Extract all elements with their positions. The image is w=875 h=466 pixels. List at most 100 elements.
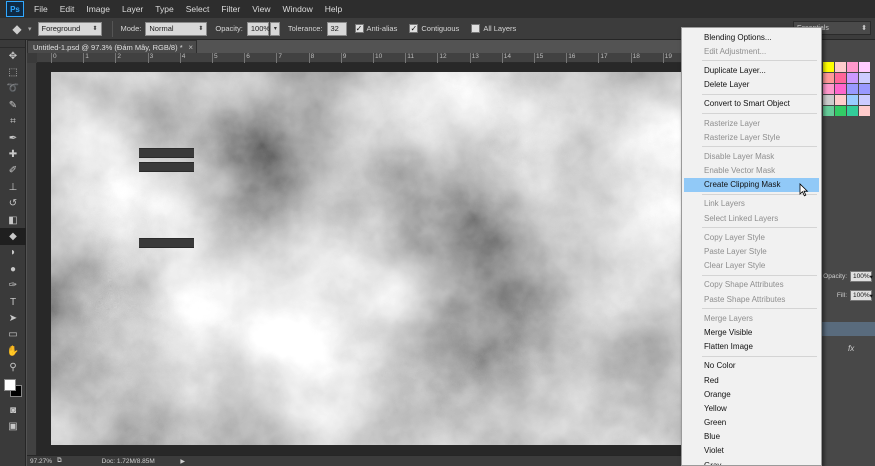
menu-item-select-linked-layers[interactable]: Select Linked Layers <box>682 211 821 225</box>
status-info-icon[interactable]: ⧉ <box>57 457 62 465</box>
document-canvas[interactable] <box>51 72 681 445</box>
color-swatch[interactable] <box>835 73 846 83</box>
quick-select-tool-icon[interactable]: ✎ <box>0 97 26 113</box>
menu-item-no-color[interactable]: No Color <box>682 359 821 373</box>
color-swatch[interactable] <box>835 84 846 94</box>
vertical-ruler[interactable] <box>27 63 37 455</box>
menu-item-copy-layer-style[interactable]: Copy Layer Style <box>682 230 821 244</box>
menu-item-convert-to-smart-object[interactable]: Convert to Smart Object <box>682 97 821 111</box>
close-icon[interactable]: × <box>188 43 193 52</box>
color-swatch[interactable] <box>823 84 834 94</box>
color-swatch[interactable] <box>847 73 858 83</box>
color-swatch[interactable] <box>847 106 858 116</box>
color-swatch[interactable] <box>847 62 858 72</box>
layer-effects-icon[interactable]: fx <box>848 344 854 353</box>
menu-item-red[interactable]: Red <box>682 373 821 387</box>
screen-mode-icon[interactable]: ▣ <box>0 418 26 434</box>
menu-filter[interactable]: Filter <box>215 0 246 18</box>
layer-fill-field[interactable]: 100% ▾ <box>850 290 873 301</box>
menu-type[interactable]: Type <box>149 0 179 18</box>
color-swatch[interactable] <box>823 62 834 72</box>
menu-item-paste-layer-style[interactable]: Paste Layer Style <box>682 244 821 258</box>
menu-window[interactable]: Window <box>276 0 318 18</box>
menu-edit[interactable]: Edit <box>54 0 81 18</box>
menu-layer[interactable]: Layer <box>116 0 149 18</box>
menu-item-paste-shape-attributes[interactable]: Paste Shape Attributes <box>682 292 821 306</box>
clone-stamp-tool-icon[interactable]: ⊥ <box>0 179 26 195</box>
menu-item-disable-layer-mask[interactable]: Disable Layer Mask <box>682 149 821 163</box>
color-swatch[interactable] <box>823 73 834 83</box>
marquee-tool-icon[interactable]: ⬚ <box>0 64 26 80</box>
menu-item-delete-layer[interactable]: Delete Layer <box>682 78 821 92</box>
tolerance-field[interactable]: 32 <box>326 21 347 36</box>
menu-item-duplicate-layer[interactable]: Duplicate Layer... <box>682 63 821 77</box>
menu-item-clear-layer-style[interactable]: Clear Layer Style <box>682 259 821 273</box>
menu-item-violet[interactable]: Violet <box>682 444 821 458</box>
menu-view[interactable]: View <box>246 0 276 18</box>
color-swatch[interactable] <box>835 106 846 116</box>
menu-item-yellow[interactable]: Yellow <box>682 401 821 415</box>
type-tool-icon[interactable]: T <box>0 294 26 310</box>
selected-layer-row[interactable] <box>820 322 875 336</box>
mode-select[interactable]: Normal ⬍ <box>145 21 208 36</box>
antialias-checkbox[interactable]: ✓ <box>354 24 364 33</box>
menu-item-rasterize-layer-style[interactable]: Rasterize Layer Style <box>682 130 821 144</box>
menu-item-merge-layers[interactable]: Merge Layers <box>682 311 821 325</box>
color-swatch[interactable] <box>859 106 870 116</box>
color-swatch[interactable] <box>823 95 834 105</box>
panel-grip[interactable] <box>0 40 25 48</box>
all-layers-checkbox[interactable] <box>471 24 481 33</box>
menu-file[interactable]: File <box>28 0 54 18</box>
brush-tool-icon[interactable]: ✐ <box>0 163 26 179</box>
fill-source-select[interactable]: Foreground ⬍ <box>37 21 102 36</box>
menu-item-edit-adjustment[interactable]: Edit Adjustment... <box>682 44 821 58</box>
menu-item-copy-shape-attributes[interactable]: Copy Shape Attributes <box>682 278 821 292</box>
horizontal-ruler[interactable]: 0 1 2 3 4 5 6 7 8 9 10 11 12 13 14 15 16 17 18 19 <box>37 53 681 63</box>
paint-bucket-tool-icon[interactable]: ◆ <box>0 228 26 245</box>
color-swatch[interactable] <box>847 84 858 94</box>
menu-item-blending-options[interactable]: Blending Options... <box>682 30 821 44</box>
blur-tool-icon[interactable]: ◗ <box>0 245 26 261</box>
history-brush-tool-icon[interactable]: ↺ <box>0 196 26 212</box>
menu-item-merge-visible[interactable]: Merge Visible <box>682 325 821 339</box>
crop-tool-icon[interactable]: ⌗ <box>0 114 26 130</box>
document-tab[interactable]: Untitled-1.psd @ 97.3% (Đám Mây, RGB/8) … <box>27 40 197 53</box>
ruler-origin[interactable] <box>27 53 37 63</box>
color-swatch[interactable] <box>859 62 870 72</box>
healing-brush-tool-icon[interactable]: ✚ <box>0 146 26 162</box>
color-swatch[interactable] <box>847 95 858 105</box>
tool-preset-chevron-icon[interactable]: ▾ <box>28 25 32 33</box>
menu-item-orange[interactable]: Orange <box>682 387 821 401</box>
menu-item-gray[interactable]: Gray <box>682 458 821 465</box>
color-swatch[interactable] <box>823 106 834 116</box>
lasso-tool-icon[interactable]: ➰ <box>0 81 26 97</box>
menu-item-flatten-image[interactable]: Flatten Image <box>682 340 821 354</box>
color-swatch[interactable] <box>859 73 870 83</box>
menu-item-link-layers[interactable]: Link Layers <box>682 197 821 211</box>
opacity-chevron-icon[interactable]: ▾ <box>269 21 280 36</box>
eyedropper-tool-icon[interactable]: ✒ <box>0 130 26 146</box>
status-menu-arrow-icon[interactable]: ▶ <box>180 458 185 465</box>
move-tool-icon[interactable]: ✥ <box>0 48 26 64</box>
quick-mask-icon[interactable]: ◙ <box>0 402 26 418</box>
menu-help[interactable]: Help <box>319 0 348 18</box>
color-swatch[interactable] <box>859 84 870 94</box>
color-swatch[interactable] <box>859 95 870 105</box>
color-swatch[interactable] <box>835 62 846 72</box>
layer-opacity-field[interactable]: 100% ▾ <box>850 271 873 282</box>
menu-select[interactable]: Select <box>180 0 216 18</box>
contiguous-checkbox[interactable]: ✓ <box>409 24 419 33</box>
zoom-tool-icon[interactable]: ⚲ <box>0 359 26 375</box>
pen-tool-icon[interactable]: ✑ <box>0 277 26 293</box>
foreground-color-swatch[interactable] <box>4 378 16 391</box>
menu-item-blue[interactable]: Blue <box>682 430 821 444</box>
menu-image[interactable]: Image <box>80 0 116 18</box>
path-select-tool-icon[interactable]: ➤ <box>0 310 26 326</box>
menu-item-enable-vector-mask[interactable]: Enable Vector Mask <box>682 164 821 178</box>
opacity-field[interactable]: 100% <box>246 21 270 36</box>
paint-bucket-icon[interactable]: ◆ <box>6 20 28 38</box>
zoom-level[interactable]: 97.27% <box>27 458 57 465</box>
shape-tool-icon[interactable]: ▭ <box>0 327 26 343</box>
dodge-tool-icon[interactable]: ● <box>0 261 26 277</box>
menu-item-rasterize-layer[interactable]: Rasterize Layer <box>682 116 821 130</box>
